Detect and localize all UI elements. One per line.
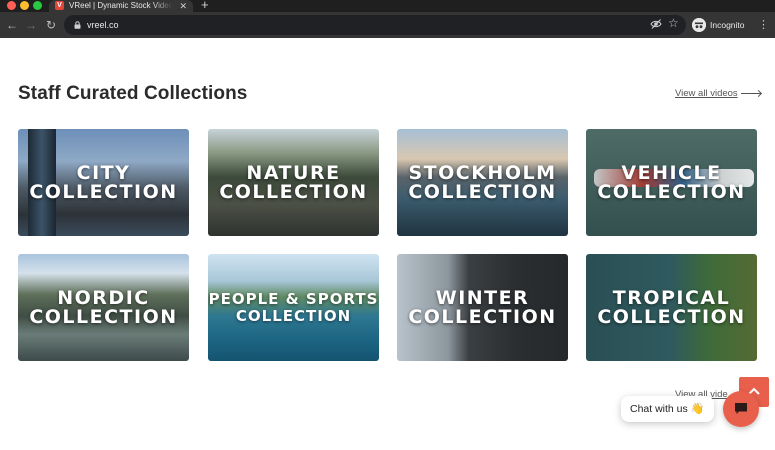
waving-hand-icon: 👋 — [690, 403, 705, 415]
back-button[interactable]: ← — [4, 16, 20, 34]
forward-button[interactable]: → — [23, 16, 39, 34]
collection-card-nature[interactable]: NATURE COLLECTION — [208, 129, 379, 236]
view-all-videos-label: View all videos — [675, 88, 738, 99]
url-text: vreel.co — [87, 20, 119, 30]
chat-launcher-button[interactable] — [723, 391, 759, 427]
tracking-blocked-eye-icon[interactable] — [650, 18, 662, 30]
address-bar[interactable]: vreel.co — [64, 15, 686, 35]
collection-label: TROPICAL COLLECTION — [597, 286, 746, 328]
maximize-window-button[interactable] — [33, 1, 42, 10]
collection-card-tropical[interactable]: TROPICAL COLLECTION — [586, 254, 757, 361]
chat-greeting-text: Chat with us — [630, 403, 688, 415]
browser-menu-icon[interactable]: ⋮ — [758, 17, 769, 33]
collection-card-people-sports[interactable]: PEOPLE & SPORTS COLLECTION — [208, 254, 379, 361]
view-all-videos-link[interactable]: View all videos — [675, 88, 761, 100]
chat-greeting-bubble[interactable]: Chat with us 👋 — [621, 396, 714, 422]
collection-label: VEHICLE COLLECTION — [597, 161, 746, 203]
collection-card-vehicle[interactable]: VEHICLE COLLECTION — [586, 129, 757, 236]
collection-label: NORDIC COLLECTION — [29, 286, 178, 328]
tab-close-icon[interactable]: ✕ — [179, 0, 187, 12]
tab-title: VReel | Dynamic Stock Video & — [69, 1, 173, 10]
collection-card-stockholm[interactable]: STOCKHOLM COLLECTION — [397, 129, 568, 236]
collection-label: STOCKHOLM COLLECTION — [408, 161, 557, 203]
bookmark-star-icon[interactable]: ☆ — [668, 15, 679, 31]
collection-label: NATURE COLLECTION — [219, 161, 368, 203]
reload-button[interactable]: ↻ — [43, 16, 59, 34]
chat-icon — [735, 403, 747, 414]
new-tab-button[interactable]: + — [201, 0, 209, 12]
collection-card-winter[interactable]: WINTER COLLECTION — [397, 254, 568, 361]
minimize-window-button[interactable] — [20, 1, 29, 10]
incognito-label[interactable]: Incognito — [710, 18, 745, 32]
arrow-right-icon — [740, 92, 761, 94]
collection-label: PEOPLE & SPORTS COLLECTION — [208, 289, 379, 325]
close-window-button[interactable] — [7, 1, 16, 10]
lock-icon — [74, 21, 81, 29]
browser-tab[interactable]: V VReel | Dynamic Stock Video & ✕ — [49, 0, 193, 12]
collection-label: CITY COLLECTION — [29, 161, 178, 203]
collection-card-city[interactable]: CITY COLLECTION — [18, 129, 189, 236]
collection-label: WINTER COLLECTION — [408, 286, 557, 328]
incognito-icon[interactable] — [692, 18, 706, 32]
collection-card-nordic[interactable]: NORDIC COLLECTION — [18, 254, 189, 361]
vreel-favicon-icon: V — [55, 1, 64, 10]
browser-tab-bar: V VReel | Dynamic Stock Video & ✕ + — [0, 0, 775, 12]
section-title: Staff Curated Collections — [18, 83, 248, 104]
